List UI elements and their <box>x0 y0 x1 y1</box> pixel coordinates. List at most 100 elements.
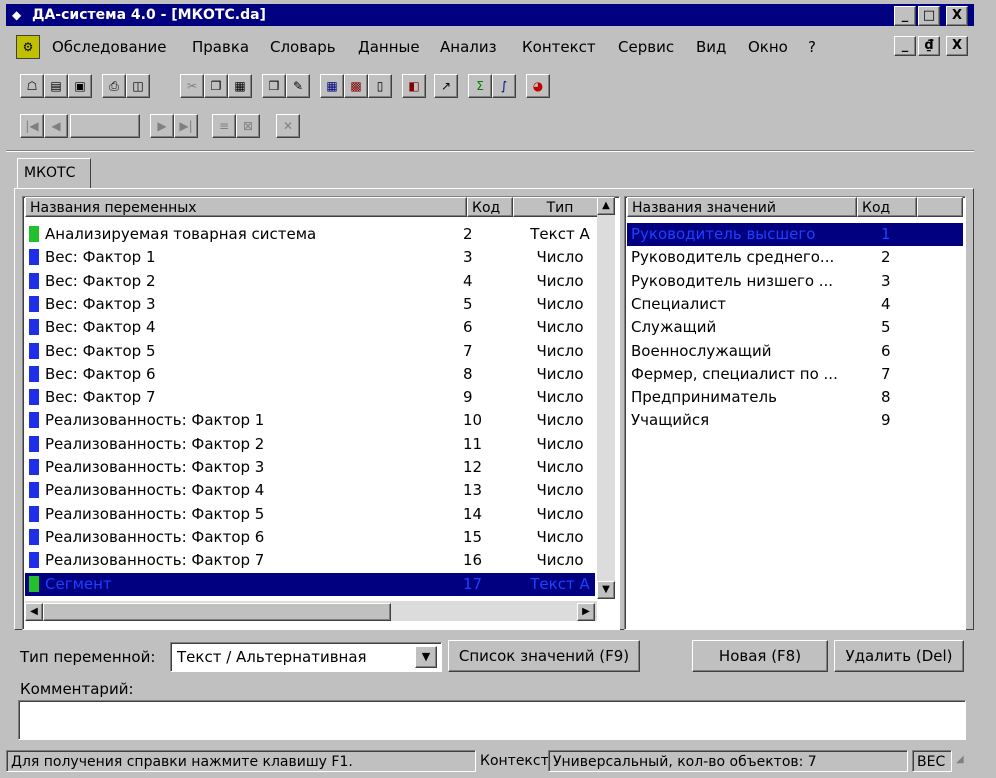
copy-icon[interactable]: ❐ <box>204 74 228 98</box>
minimize-button[interactable]: _ <box>894 6 916 26</box>
cut-icon[interactable]: ✂ <box>180 74 204 98</box>
variable-row[interactable]: Реализованность: Фактор 1 10 Число <box>25 409 595 432</box>
variable-row[interactable]: Вес: Фактор 6 8 Число <box>25 363 595 386</box>
variable-row[interactable]: Вес: Фактор 3 5 Число <box>25 293 595 316</box>
column-header-variable-name[interactable]: Названия переменных <box>25 197 467 217</box>
value-row[interactable]: Военнослужащий 6 <box>627 340 963 363</box>
var-type-select[interactable]: Текст / Альтернативная ▼ <box>170 642 442 672</box>
record-field[interactable] <box>70 114 140 138</box>
value-row[interactable]: Руководитель низшего ... 3 <box>627 270 963 293</box>
value-name: Служащий <box>631 318 717 337</box>
maximize-button[interactable]: □ <box>918 6 940 26</box>
tab-mkotc[interactable]: МКОТС <box>17 158 91 189</box>
variable-row[interactable]: Реализованность: Фактор 3 12 Число <box>25 456 595 479</box>
var-type-value: Текст / Альтернативная <box>177 648 367 666</box>
variable-name: Сегмент <box>45 574 112 593</box>
table-icon[interactable]: ▦ <box>320 74 344 98</box>
column-header-type[interactable]: Тип <box>513 197 607 217</box>
value-row[interactable]: Фермер, специалист по ... 7 <box>627 363 963 386</box>
first-record-icon[interactable]: |◀ <box>20 114 44 138</box>
insert-record-icon[interactable]: ≡ <box>212 114 236 138</box>
variable-code: 2 <box>463 225 473 243</box>
report-icon[interactable]: ◧ <box>402 74 426 98</box>
scroll-right-icon[interactable]: ▶ <box>577 603 595 621</box>
variable-row[interactable]: Вес: Фактор 7 9 Число <box>25 386 595 409</box>
variable-row[interactable]: Реализованность: Фактор 2 11 Число <box>25 433 595 456</box>
vertical-scrollbar[interactable]: ▲ ▼ <box>597 197 615 599</box>
menu-edit[interactable]: Правка <box>192 38 249 56</box>
variable-row[interactable]: Реализованность: Фактор 5 14 Число <box>25 503 595 526</box>
value-row[interactable]: Руководитель высшего 1 <box>627 223 963 246</box>
value-row[interactable]: Руководитель среднего... 2 <box>627 246 963 269</box>
variable-row[interactable]: Вес: Фактор 4 6 Число <box>25 316 595 339</box>
formula-icon[interactable]: ∫ <box>492 74 516 98</box>
menu-window[interactable]: Окно <box>748 38 788 56</box>
value-row[interactable]: Специалист 4 <box>627 293 963 316</box>
values-list-button[interactable]: Список значений (F9) <box>448 640 640 672</box>
variable-name: Вес: Фактор 6 <box>45 364 156 383</box>
menu-data[interactable]: Данные <box>358 38 420 56</box>
column-header-value-name[interactable]: Названия значений <box>627 197 857 217</box>
print-preview-icon[interactable]: ◫ <box>126 74 150 98</box>
menu-service[interactable]: Сервис <box>618 38 674 56</box>
menu-context[interactable]: Контекст <box>522 38 596 56</box>
chart-line-icon[interactable]: ↗ <box>434 74 458 98</box>
properties-icon[interactable]: ❒ <box>262 74 286 98</box>
horizontal-scroll-thumb[interactable] <box>43 603 391 621</box>
print-icon[interactable]: ⎙ <box>102 74 126 98</box>
horizontal-scrollbar[interactable]: ◀ ▶ <box>25 601 597 621</box>
value-row[interactable]: Предприниматель 8 <box>627 386 963 409</box>
menu-dictionary[interactable]: Словарь <box>270 38 336 56</box>
value-row[interactable]: Служащий 5 <box>627 316 963 339</box>
delete-button[interactable]: Удалить (Del) <box>834 640 964 672</box>
comment-field[interactable] <box>18 700 966 740</box>
menu-analysis[interactable]: Анализ <box>440 38 497 56</box>
delete-record-icon[interactable]: ✕ <box>276 114 300 138</box>
variable-row[interactable]: Сегмент 17 Текст А <box>25 572 595 596</box>
grid-icon[interactable]: ▩ <box>344 74 368 98</box>
pie-chart-icon[interactable]: ◕ <box>526 74 550 98</box>
close-button[interactable]: X <box>946 6 968 26</box>
navigation-toolbar: |◀ ◀ ▶ ▶| ≡ ⊠ ✕ <box>14 114 334 140</box>
column-header-code[interactable]: Код <box>467 197 513 217</box>
open-folder-icon[interactable]: ▤ <box>44 74 68 98</box>
resize-grip-icon[interactable]: ◢ <box>956 754 972 770</box>
variable-row[interactable]: Вес: Фактор 2 4 Число <box>25 270 595 293</box>
page-icon[interactable]: ▯ <box>368 74 392 98</box>
next-record-icon[interactable]: ▶ <box>150 114 174 138</box>
paste-icon[interactable]: ▦ <box>228 74 252 98</box>
variable-row[interactable]: Анализируемая товарная система 2 Текст А <box>25 223 595 246</box>
chevron-down-icon[interactable]: ▼ <box>415 646 437 668</box>
doc-close-button[interactable]: X <box>946 36 968 56</box>
variable-row[interactable]: Вес: Фактор 5 7 Число <box>25 340 595 363</box>
new-button[interactable]: Новая (F8) <box>692 640 828 672</box>
statistics-icon[interactable]: Σ <box>468 74 492 98</box>
edit-note-icon[interactable]: ✎ <box>286 74 310 98</box>
new-icon[interactable]: ☖ <box>20 74 44 98</box>
scroll-left-icon[interactable]: ◀ <box>25 603 43 621</box>
variable-row[interactable]: Реализованность: Фактор 4 13 Число <box>25 479 595 502</box>
scroll-down-icon[interactable]: ▼ <box>597 581 615 599</box>
menu-survey[interactable]: Обследование <box>52 38 167 56</box>
variable-row[interactable]: Реализованность: Фактор 6 15 Число <box>25 526 595 549</box>
last-record-icon[interactable]: ▶| <box>174 114 198 138</box>
variable-type: Число <box>536 318 584 337</box>
var-type-label: Тип переменной: <box>20 648 156 666</box>
variable-row[interactable]: Реализованность: Фактор 7 16 Число <box>25 549 595 572</box>
menu-help[interactable]: ? <box>808 38 816 56</box>
scroll-up-icon[interactable]: ▲ <box>597 197 615 215</box>
edit-record-icon[interactable]: ⊠ <box>236 114 260 138</box>
doc-minimize-button[interactable]: _ <box>894 36 916 56</box>
document-icon[interactable]: ⚙ <box>16 35 40 59</box>
variable-row[interactable]: Вес: Фактор 1 3 Число <box>25 246 595 269</box>
variable-code: 10 <box>463 411 483 430</box>
menu-view[interactable]: Вид <box>696 38 726 56</box>
number-variable-icon <box>29 505 39 522</box>
column-header-value-code[interactable]: Код <box>857 197 917 217</box>
value-row[interactable]: Учащийся 9 <box>627 409 963 432</box>
save-icon[interactable]: ▣ <box>68 74 92 98</box>
variables-rows: Анализируемая товарная система 2 Текст А Ве… <box>25 223 595 599</box>
doc-restore-button[interactable]: ₫ <box>918 36 940 56</box>
prev-record-icon[interactable]: ◀ <box>44 114 68 138</box>
value-code: 7 <box>881 364 891 383</box>
